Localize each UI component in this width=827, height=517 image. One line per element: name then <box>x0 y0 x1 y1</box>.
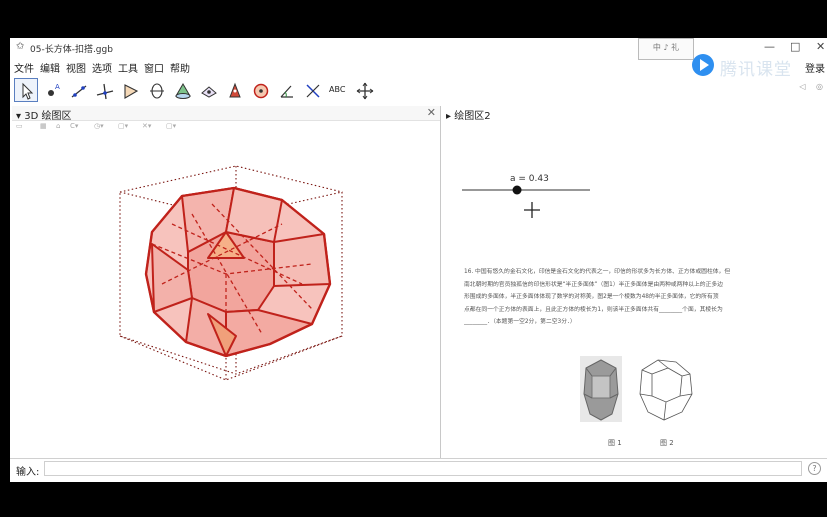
crosshair-icon <box>524 202 540 218</box>
menu-edit[interactable]: 编辑 <box>40 60 60 75</box>
clipping-icon[interactable]: ▢▾ <box>118 122 128 130</box>
figure-2-label: 图 2 <box>660 439 674 447</box>
problem-line: 南北朝时期的官员独孤信的印信形状是“半正多面体”（图1）半正多面体是由两种或两种… <box>464 281 723 288</box>
undo-icon[interactable]: ◁ <box>799 82 805 91</box>
problem-figures <box>580 356 693 422</box>
panel-3d-header: ▾ 3D 绘图区 ✕ <box>12 106 440 122</box>
problem-line: 16. 中国有悠久的金石文化，印信是金石文化的代表之一，印信的形状多为长方体、正… <box>464 269 731 275</box>
sphere-icon <box>253 83 269 99</box>
text-tool[interactable]: ABC <box>326 78 350 102</box>
panel-3d-view: ▾ 3D 绘图区 ✕ ▭ ▦ ⌂ C▾ ◷▾ ▢▾ ✕▾ ▢▾ <box>12 106 441 458</box>
rhombicuboctahedron-scene <box>119 165 343 381</box>
menu-window[interactable]: 窗口 <box>144 60 164 75</box>
text-tool-label: ABC <box>329 85 346 94</box>
perpendicular-tool[interactable] <box>92 78 116 102</box>
slider-knob <box>512 185 522 195</box>
geogebra-app-icon: ✩ <box>16 41 25 52</box>
figure-1-label: 图 1 <box>608 439 622 447</box>
panel-3d-style-bar: ▭ ▦ ⌂ C▾ ◷▾ ▢▾ ✕▾ ▢▾ <box>12 121 440 133</box>
pyramid-icon <box>175 83 191 99</box>
pyramid-tool[interactable] <box>170 78 194 102</box>
figure-1-seal-photo <box>580 356 622 422</box>
slider-label: a = 0.43 <box>510 174 549 184</box>
vector-angle-icon <box>201 86 217 98</box>
panel-3d-title: ▾ 3D 绘图区 <box>16 111 72 122</box>
panel-graphics-2-header: ▸ 绘图区2 <box>442 106 827 122</box>
menu-options[interactable]: 选项 <box>92 60 112 75</box>
problem-line: ________．（本题第一空2分，第二空3分．） <box>464 319 576 325</box>
angle-measure-tool[interactable] <box>274 78 298 102</box>
problem-line: 形围成的多面体，半正多面体体现了数学的对称美，图2是一个棱数为48的半正多面体，… <box>464 294 719 300</box>
view-controls: ◁ ◎ <box>791 82 823 91</box>
svg-text:A: A <box>55 83 60 91</box>
input-method-watermark: 中 ♪ 礼 <box>638 38 694 60</box>
rotate-view-icon[interactable]: C▾ <box>70 122 78 130</box>
home-view-icon[interactable]: ⌂ <box>56 122 60 130</box>
panel-graphics-2: ▸ 绘图区2 a = 0.43 16. 中国有悠久的金石文化，印信是金石文化的代… <box>442 106 827 458</box>
panel-graphics-2-title: ▸ 绘图区2 <box>446 111 491 122</box>
window-title: 05-长方体-扣搭.ggb <box>30 45 113 55</box>
problem-line: 点都在同一个正方体的表面上，且此正方体的棱长为1，则该半正多面体共有______… <box>464 306 723 313</box>
settings-icon[interactable]: ◎ <box>816 82 823 91</box>
slider-icon <box>306 84 320 98</box>
reflect-tool[interactable] <box>222 78 246 102</box>
polygon-tool[interactable] <box>118 78 142 102</box>
geogebra-window: ✩ 05-长方体-扣搭.ggb — □ ✕ 中 ♪ 礼 腾讯课堂 文件 编辑 视… <box>10 38 827 482</box>
sphere-tool[interactable] <box>248 78 272 102</box>
panel-3d-close-icon[interactable]: ✕ <box>427 106 436 119</box>
move-view-icon <box>356 82 374 100</box>
input-bar: 输入: ? <box>10 458 827 479</box>
angle-tool[interactable] <box>196 78 220 102</box>
menu-file[interactable]: 文件 <box>14 60 34 75</box>
menu-help[interactable]: 帮助 <box>170 60 190 75</box>
view-direction-icon[interactable]: ◷▾ <box>94 122 104 130</box>
figure-2-wireframe <box>639 359 693 421</box>
circle-icon <box>150 83 164 99</box>
line-icon <box>71 85 87 98</box>
circle-tool[interactable] <box>144 78 168 102</box>
menu-view[interactable]: 视图 <box>66 60 86 75</box>
menu-tools[interactable]: 工具 <box>118 60 138 75</box>
overlay-brand-text: 腾讯课堂 <box>720 60 792 80</box>
play-logo-icon <box>692 54 714 76</box>
axes-toggle-icon[interactable]: ▭ <box>16 122 23 130</box>
projection-icon[interactable]: ✕▾ <box>142 122 151 130</box>
input-label: 输入: <box>16 467 40 478</box>
move-view-tool[interactable] <box>352 78 376 102</box>
background-icon[interactable]: ▢▾ <box>166 122 176 130</box>
help-icon[interactable]: ? <box>808 462 821 475</box>
point-icon: A <box>48 83 60 96</box>
perpendicular-line-icon <box>96 83 114 100</box>
algebra-input-field[interactable] <box>44 461 802 476</box>
point-tool[interactable]: A <box>40 78 64 102</box>
cursor-arrow-icon <box>22 82 34 100</box>
login-button[interactable]: 登录 <box>805 60 825 75</box>
grid-toggle-icon[interactable]: ▦ <box>40 122 47 130</box>
slider-a[interactable]: a = 0.43 <box>442 166 642 226</box>
polygon-icon <box>124 84 139 99</box>
reflect-icon <box>229 82 241 98</box>
angle-icon <box>280 85 293 98</box>
line-tool[interactable] <box>66 78 90 102</box>
slider-tool[interactable] <box>300 78 324 102</box>
move-tool[interactable] <box>14 78 38 102</box>
problem-text: 16. 中国有悠久的金石文化，印信是金石文化的代表之一，印信的形状多为长方体、正… <box>464 266 819 329</box>
